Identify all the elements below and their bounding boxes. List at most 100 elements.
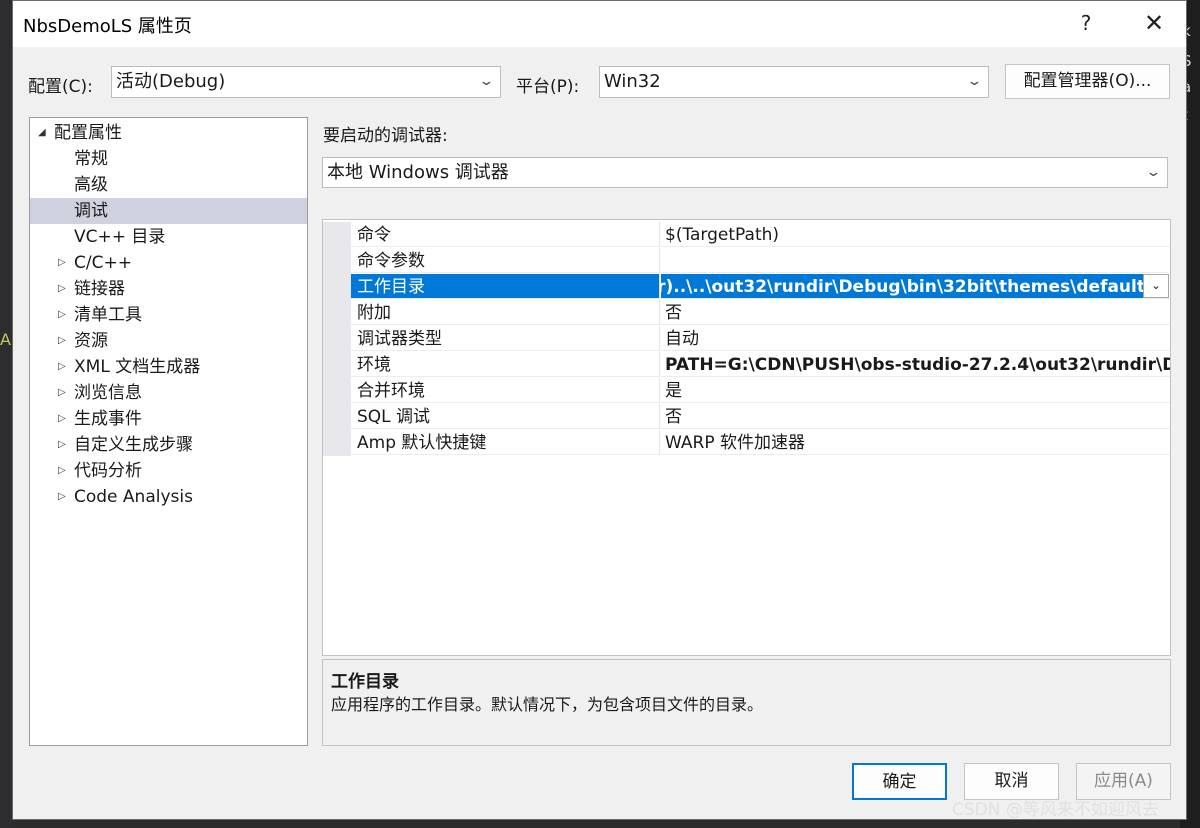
- tree-item-label: 调试: [74, 201, 108, 221]
- tree-item[interactable]: 调试: [30, 198, 307, 224]
- property-value[interactable]: 是: [661, 378, 1170, 403]
- config-dropdown[interactable]: 活动(Debug) ⌄: [111, 66, 501, 98]
- tree-item-label: 资源: [74, 331, 108, 351]
- tree-item-label: 链接器: [74, 279, 125, 299]
- property-pages-dialog: NbsDemoLS 属性页 ? ✕ 配置(C): 活动(Debug) ⌄ 平台(…: [12, 0, 1187, 820]
- tree-item-label: XML 文档生成器: [74, 357, 201, 377]
- working-directory-value: ir)..\..\out32\rundir\Debug\bin\32bit\th…: [661, 277, 1145, 297]
- property-name[interactable]: 命令: [351, 222, 660, 247]
- tree-item-label: 清单工具: [74, 305, 142, 325]
- property-row[interactable]: 调试器类型 自动: [323, 326, 1170, 352]
- chevron-down-icon: ⌄: [966, 74, 983, 89]
- tree-item[interactable]: ▷ 生成事件: [30, 406, 307, 432]
- property-value-editor[interactable]: ir)..\..\out32\rundir\Debug\bin\32bit\th…: [661, 274, 1170, 299]
- tree-item-label: Code Analysis: [74, 487, 193, 507]
- working-directory-input[interactable]: ir)..\..\out32\rundir\Debug\bin\32bit\th…: [661, 274, 1145, 298]
- property-row[interactable]: 命令 $(TargetPath): [323, 222, 1170, 248]
- debugger-value: 本地 Windows 调试器: [327, 162, 509, 183]
- title-bar[interactable]: NbsDemoLS 属性页 ? ✕: [13, 1, 1186, 47]
- window-title: NbsDemoLS 属性页: [23, 16, 192, 37]
- tree-item-label: 代码分析: [74, 461, 142, 481]
- tree-item[interactable]: ▷ C/C++: [30, 250, 307, 276]
- tree-item-label: 浏览信息: [74, 383, 142, 403]
- config-value: 活动(Debug): [116, 71, 226, 92]
- debugger-label: 要启动的调试器:: [323, 126, 448, 146]
- row-gutter: [323, 430, 351, 456]
- chevron-down-icon: ⌄: [478, 74, 495, 89]
- tree-item[interactable]: ▷ 代码分析: [30, 458, 307, 484]
- row-gutter: [323, 326, 351, 352]
- tree-item[interactable]: ▷ Code Analysis: [30, 484, 307, 510]
- background-text-fragment: A: [0, 330, 11, 349]
- tree-item[interactable]: VC++ 目录: [30, 224, 307, 250]
- property-value[interactable]: PATH=G:\CDN\PUSH\obs-studio-27.2.4\out32…: [661, 352, 1170, 377]
- collapsed-triangle-icon[interactable]: ▷: [58, 328, 66, 354]
- property-value[interactable]: 否: [661, 404, 1170, 429]
- property-name[interactable]: 附加: [351, 300, 660, 325]
- property-row[interactable]: SQL 调试否: [323, 404, 1170, 430]
- property-name[interactable]: 环境: [351, 352, 660, 377]
- platform-dropdown[interactable]: Win32 ⌄: [599, 66, 989, 98]
- collapsed-triangle-icon[interactable]: ▷: [58, 276, 66, 302]
- property-tree[interactable]: ◢ 配置属性 常规 高级 调试 VC++ 目录 ▷ C/C++ ▷ 链接器 ▷ 清单工具 ▷ 资源 ▷ X…: [29, 117, 308, 746]
- row-gutter: [323, 248, 351, 274]
- tree-item[interactable]: ▷ XML 文档生成器: [30, 354, 307, 380]
- tree-item[interactable]: ▷ 资源: [30, 328, 307, 354]
- row-gutter: [323, 378, 351, 404]
- property-value[interactable]: 自动: [661, 326, 1170, 351]
- property-row[interactable]: 命令参数: [323, 248, 1170, 274]
- property-name[interactable]: 调试器类型: [351, 326, 660, 351]
- property-name[interactable]: Amp 默认快捷键: [351, 430, 660, 455]
- property-row[interactable]: Amp 默认快捷键 WARP 软件加速器: [323, 430, 1170, 456]
- tree-item-label: 配置属性: [54, 123, 122, 143]
- row-gutter: [323, 274, 351, 300]
- tree-item-label: 生成事件: [74, 409, 142, 429]
- collapsed-triangle-icon[interactable]: ▷: [58, 250, 66, 276]
- tree-item[interactable]: 常规: [30, 146, 307, 172]
- tree-item[interactable]: ▷ 自定义生成步骤: [30, 432, 307, 458]
- collapsed-triangle-icon[interactable]: ▷: [58, 406, 66, 432]
- property-name[interactable]: 合并环境: [351, 378, 660, 403]
- tree-item[interactable]: ▷ 浏览信息: [30, 380, 307, 406]
- row-gutter: [323, 352, 351, 378]
- collapsed-triangle-icon[interactable]: ▷: [58, 354, 66, 380]
- collapsed-triangle-icon[interactable]: ▷: [58, 302, 66, 328]
- row-gutter: [323, 404, 351, 430]
- property-value[interactable]: $(TargetPath): [661, 222, 1170, 247]
- close-button[interactable]: ✕: [1133, 5, 1175, 41]
- config-manager-button[interactable]: 配置管理器(O)...: [1005, 64, 1170, 99]
- tree-item[interactable]: 高级: [30, 172, 307, 198]
- watermark: CSDN @等风来不如迎风去: [952, 800, 1159, 820]
- chevron-down-icon[interactable]: ⌄: [1143, 274, 1169, 298]
- collapsed-triangle-icon[interactable]: ▷: [58, 458, 66, 484]
- collapsed-triangle-icon[interactable]: ▷: [58, 484, 66, 510]
- tree-root-config-properties[interactable]: ◢ 配置属性: [30, 120, 307, 146]
- platform-label: 平台(P):: [516, 77, 580, 97]
- property-name[interactable]: 命令参数: [351, 248, 660, 273]
- property-value[interactable]: WARP 软件加速器: [661, 430, 1170, 455]
- background-window-left: A: [0, 0, 12, 828]
- chevron-down-icon: ⌄: [1145, 165, 1162, 180]
- row-gutter: [323, 222, 351, 248]
- tree-item[interactable]: ▷ 链接器: [30, 276, 307, 302]
- tree-item[interactable]: ▷ 清单工具: [30, 302, 307, 328]
- debugger-dropdown[interactable]: 本地 Windows 调试器 ⌄: [322, 157, 1168, 188]
- ok-button[interactable]: 确定: [852, 763, 947, 800]
- tree-item-label: 自定义生成步骤: [74, 435, 193, 455]
- expanded-triangle-icon: ◢: [38, 127, 46, 138]
- collapsed-triangle-icon[interactable]: ▷: [58, 432, 66, 458]
- description-pane: 工作目录 应用程序的工作目录。默认情况下，为包含项目文件的目录。: [322, 659, 1171, 746]
- property-value[interactable]: 否: [661, 300, 1170, 325]
- property-value[interactable]: [661, 248, 1170, 273]
- collapsed-triangle-icon[interactable]: ▷: [58, 380, 66, 406]
- property-row[interactable]: 附加否: [323, 300, 1170, 326]
- property-grid[interactable]: 命令 $(TargetPath) 命令参数 工作目录 ir)..\..\out32\ru…: [322, 219, 1171, 656]
- property-row[interactable]: 合并环境是: [323, 378, 1170, 404]
- property-row[interactable]: 环境 PATH=G:\CDN\PUSH\obs-studio-27.2.4\out…: [323, 352, 1170, 378]
- property-row[interactable]: 工作目录 ir)..\..\out32\rundir\Debug\bin\32bi…: [323, 274, 1170, 300]
- property-name[interactable]: SQL 调试: [351, 404, 660, 429]
- platform-value: Win32: [604, 71, 661, 92]
- description-title: 工作目录: [331, 672, 399, 692]
- property-name[interactable]: 工作目录: [351, 274, 660, 299]
- help-button[interactable]: ?: [1071, 7, 1101, 39]
